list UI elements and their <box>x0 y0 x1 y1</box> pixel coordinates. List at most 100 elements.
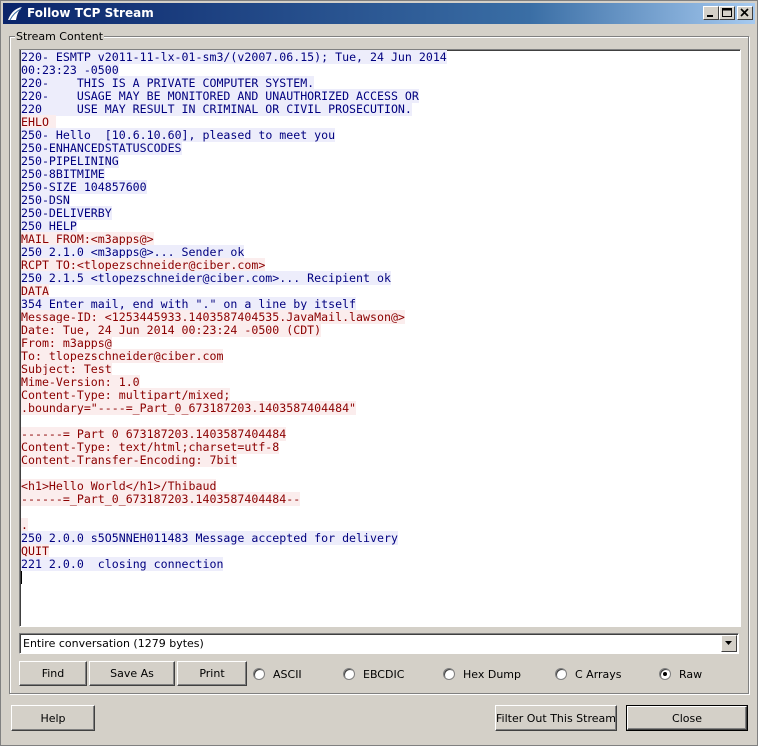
line-content: 250 HELP <box>21 219 77 233</box>
format-radio-raw[interactable]: Raw <box>659 666 702 682</box>
help-button[interactable]: Help <box>11 705 95 731</box>
line-text: >... Sender ok <box>146 245 245 259</box>
filter-out-stream-button[interactable]: Filter Out This Stream <box>495 705 617 731</box>
line-content: 221 2.0.0 closing connection <box>21 557 224 571</box>
line-content: 250-SIZE 104857600 <box>21 180 147 194</box>
line-content: . <box>21 518 28 532</box>
server-line: 220 USE MAY RESULT IN CRIMINAL OR CIVIL … <box>21 102 739 116</box>
line-content: MAIL FROM:<m3apps@> <box>21 232 154 246</box>
client-line: Date: Tue, 24 Jun 2014 00:23:24 -0500 (C… <box>21 323 739 337</box>
conversation-dropdown-button[interactable] <box>721 635 737 652</box>
line-text: . <box>21 518 28 532</box>
chevron-down-icon <box>725 641 732 645</box>
line-text: 250- <box>21 128 49 142</box>
client-line: Content-Transfer-Encoding: 7bit <box>21 453 739 467</box>
line-text: 220- THIS IS A PRIVATE COMPUTER SYSTEM. <box>21 76 315 90</box>
line-text: ------=_Part_0_673187203.1403587404484 <box>21 427 287 441</box>
line-content: 250-DSN <box>21 193 70 207</box>
server-line: 250-ENHANCEDSTATUSCODES <box>21 141 739 155</box>
text-cursor <box>21 571 22 584</box>
line-content: 220- THIS IS A PRIVATE COMPUTER SYSTEM. <box>21 76 315 90</box>
server-line: 250-SIZE 104857600 <box>21 180 739 194</box>
radio-raw-label: Raw <box>679 667 703 681</box>
radio-c-arrays-circle[interactable] <box>555 668 567 680</box>
line-text: 220 USE MAY RESULT IN CRIMINAL OR CIVIL … <box>21 102 412 116</box>
line-content: 220- USAGE MAY BE MONITORED AND UNAUTHOR… <box>21 89 419 103</box>
line-content: Message-ID: <1253445933.1403587404535.Ja… <box>21 310 405 324</box>
close-button[interactable]: Close <box>626 705 748 731</box>
line-text: 354 Enter mail, end with "." on a line b… <box>21 297 357 311</box>
radio-hex-dump-circle[interactable] <box>443 668 455 680</box>
line-text: 00:23:23 -0500 <box>21 63 119 77</box>
line-text: Mime-Version: 1.0 <box>21 375 140 389</box>
line-content: 250 2.1.0 <m3apps@>... Sender ok <box>21 245 245 259</box>
line-text: ------=_Part_0_673187203.1403587404484-- <box>21 492 301 506</box>
client-line: .boundary="----=_Part_0_673187203.140358… <box>21 401 739 415</box>
line-content: 250 2.1.5 <tlopezschneider@ciber.com>...… <box>21 271 391 285</box>
close-icon <box>740 8 749 17</box>
line-text: 250 2.0.0 s5O5NNEH011483 Message accepte… <box>21 531 398 545</box>
line-text: 250-8BITMIME <box>21 167 105 181</box>
radio-hex-dump-label: Hex Dump <box>463 667 521 681</box>
radio-ebcdic-label: EBCDIC <box>363 667 405 681</box>
line-content: EHLO <box>21 115 56 129</box>
title-bar[interactable]: Follow TCP Stream <box>3 3 755 24</box>
radio-c-arrays-label: C Arrays <box>575 667 622 681</box>
maximize-icon <box>722 8 732 17</box>
line-text: 220- USAGE MAY BE MONITORED AND UNAUTHOR… <box>21 89 419 103</box>
line-text: <h1>Hello World</h1>/Thibaud <box>21 479 217 493</box>
conversation-select-value: Entire conversation (1279 bytes) <box>23 637 204 650</box>
line-text: 250-PIPELINING <box>21 154 119 168</box>
line-content: <h1>Hello World</h1>/Thibaud <box>21 479 217 493</box>
save-as-button-label: Save As <box>110 667 154 680</box>
line-text: 250-SIZE 104857600 <box>21 180 147 194</box>
minimize-icon <box>707 15 713 17</box>
maximize-button[interactable] <box>719 6 735 20</box>
line-content: Subject: Test <box>21 362 112 376</box>
stream-lines: 220- ESMTP v2011-11-lx-01-sm3/(v2007.06.… <box>21 50 739 571</box>
print-button[interactable]: Print <box>177 661 247 686</box>
format-radio-c-arrays[interactable]: C Arrays <box>555 666 622 682</box>
line-text: 250-ENHANCEDSTATUSCODES <box>21 141 182 155</box>
print-button-label: Print <box>199 667 225 680</box>
window-title: Follow TCP Stream <box>27 6 154 20</box>
filter-out-stream-button-label: Filter Out This Stream <box>496 711 616 725</box>
line-content: 250-8BITMIME <box>21 167 105 181</box>
line-content: Content-Type: multipart/mixed; <box>21 388 231 402</box>
line-text: Content-Transfer-Encoding: 7bit <box>21 453 238 467</box>
line-content: 220 USE MAY RESULT IN CRIMINAL OR CIVIL … <box>21 102 412 116</box>
line-content: ------=_Part_0_673187203.1403587404484-- <box>21 492 301 506</box>
conversation-select[interactable]: Entire conversation (1279 bytes) <box>19 633 739 654</box>
line-text: 250-DSN <box>21 193 70 207</box>
follow-tcp-stream-window: Follow TCP Stream Stream Content 220- ES… <box>0 0 758 746</box>
line-text: .boundary="----=_Part_0_673187203.140358… <box>21 401 357 415</box>
stream-content-label: Stream Content <box>15 30 105 43</box>
find-button[interactable]: Find <box>19 661 87 686</box>
server-line: 250-PIPELINING <box>21 154 739 168</box>
server-line: 250-DSN <box>21 193 739 207</box>
radio-ascii-circle[interactable] <box>253 668 265 680</box>
radio-raw-circle[interactable] <box>659 668 671 680</box>
line-text: 250 2.1.5 <tlopezschneider@ciber.com>...… <box>21 271 391 285</box>
radio-ascii-label: ASCII <box>273 667 302 681</box>
format-radio-ebcdic[interactable]: EBCDIC <box>343 666 404 682</box>
format-radio-ascii[interactable]: ASCII <box>253 666 302 682</box>
line-content: ------=_Part_0_673187203.1403587404484 <box>21 427 287 441</box>
line-text: EHLO <box>21 115 56 129</box>
radio-ebcdic-circle[interactable] <box>343 668 355 680</box>
save-as-button[interactable]: Save As <box>89 661 175 686</box>
line-content: QUIT <box>21 544 49 558</box>
close-window-button[interactable] <box>737 6 753 20</box>
line-text: To: tlopezschneider@ciber.com <box>21 349 224 363</box>
find-button-label: Find <box>41 667 65 680</box>
format-radio-hex-dump[interactable]: Hex Dump <box>443 666 521 682</box>
line-content: Mime-Version: 1.0 <box>21 375 140 389</box>
line-text: closing connection <box>90 557 224 571</box>
line-content: 250-DELIVERBY <box>21 206 112 220</box>
line-content: Content-Type: text/html;charset=utf-8 <box>21 440 280 454</box>
server-line: 250-DELIVERBY <box>21 206 739 220</box>
minimize-button[interactable] <box>703 6 719 20</box>
line-text: MAIL FROM:<m3apps@ <box>21 232 147 246</box>
stream-text-area[interactable]: 220- ESMTP v2011-11-lx-01-sm3/(v2007.06.… <box>19 49 741 627</box>
line-content: 00:23:23 -0500 <box>21 63 119 77</box>
